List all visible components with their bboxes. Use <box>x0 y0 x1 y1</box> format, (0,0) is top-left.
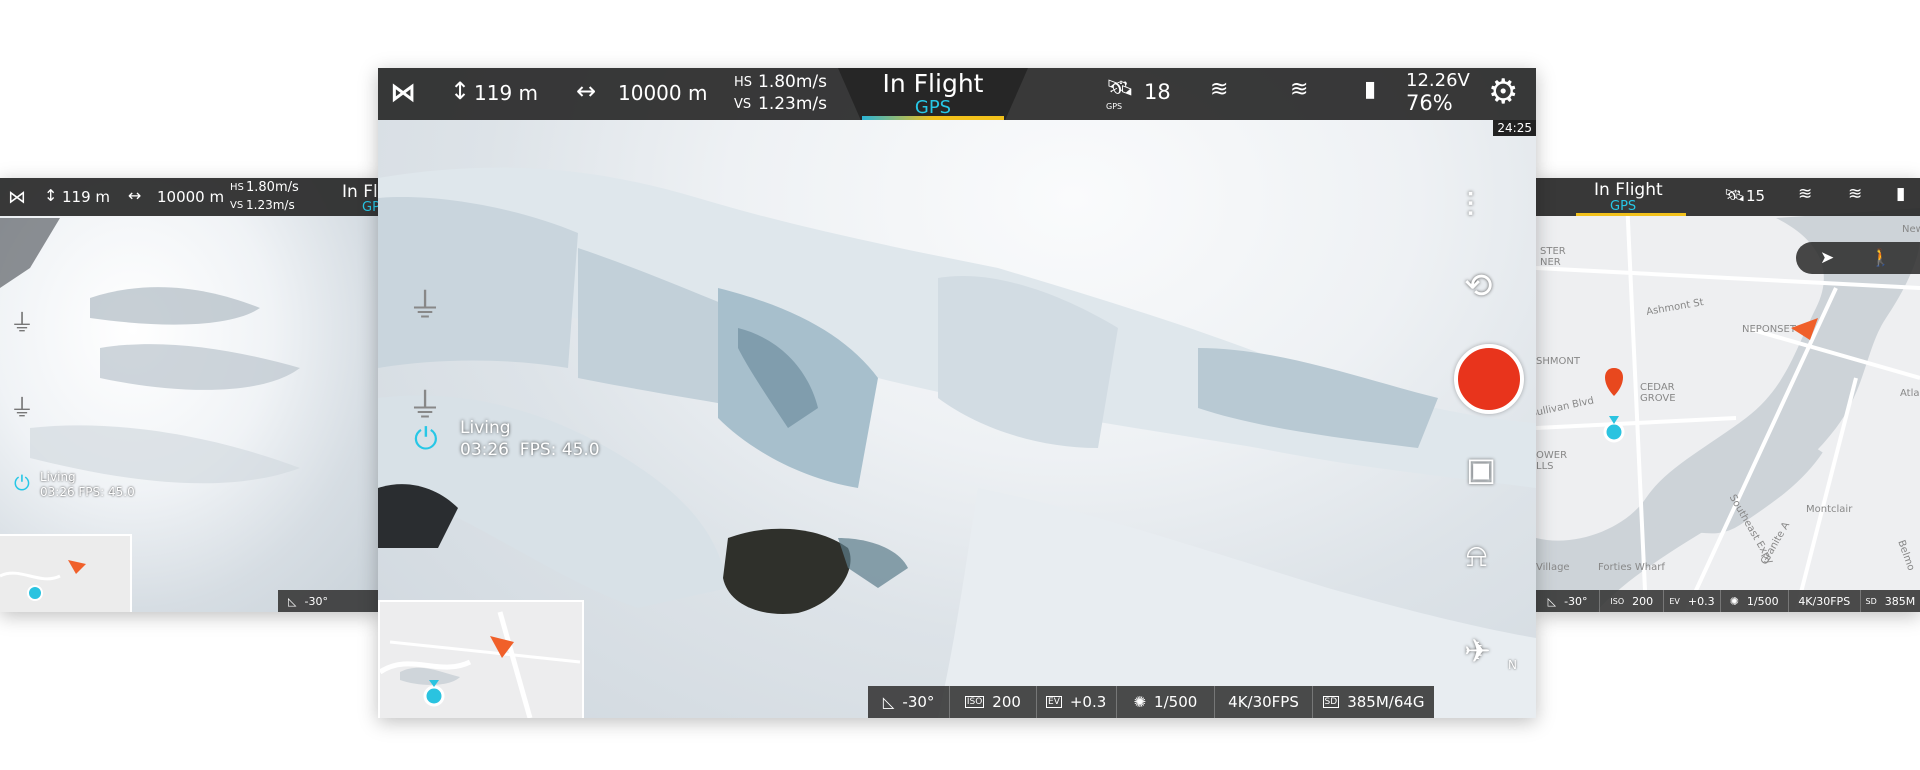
aircraft-arrow-icon <box>68 560 86 574</box>
gps-small-label: GPS <box>1106 102 1123 111</box>
map-markers <box>1603 318 1818 443</box>
vs-value: 1.23m/s <box>246 198 295 212</box>
hs-label: HS <box>230 182 244 193</box>
landing-icon: ⏚ <box>10 394 34 422</box>
storage-status[interactable]: SD 385M <box>1861 590 1920 612</box>
resolution-setting[interactable]: 4K/30FPS <box>1789 590 1861 612</box>
gallery-icon[interactable]: ▣ <box>1466 450 1496 488</box>
hs-value: 1.80m/s <box>246 180 299 195</box>
shutter-setting[interactable]: ✺ 1/500 <box>1721 590 1789 612</box>
live-power-icon: ⏻ <box>14 471 30 495</box>
auto-land-icon[interactable]: ⏚ <box>408 378 442 427</box>
home-dot-icon <box>1603 421 1625 443</box>
left-live-status: 03:26 FPS: 45.0 <box>40 485 135 499</box>
minimap[interactable] <box>378 600 584 718</box>
vs-value: 1.23m/s <box>758 94 827 114</box>
home-dot-icon <box>27 585 43 601</box>
remote-signal-icon[interactable]: ≋ <box>1290 77 1308 102</box>
altitude-icon: ↕ <box>450 77 471 105</box>
ev-icon: EV <box>1046 696 1062 708</box>
left-bottom-bar: ◺ -30° <box>278 590 380 612</box>
takeoff-icon: ⏚ <box>10 309 34 337</box>
auto-takeoff-icon[interactable]: ⏚ <box>408 278 442 327</box>
altitude-value: 119 m <box>474 81 539 105</box>
flight-status: In Fl <box>342 182 378 202</box>
switch-camera-mode-icon[interactable]: ⟲ <box>1464 266 1493 306</box>
gimbal-icon: ◺ <box>1547 594 1557 608</box>
minimap-drawing <box>380 602 582 718</box>
vs-label: VS <box>230 200 244 211</box>
flight-status-panel: In Flight GPS <box>838 68 1028 120</box>
left-top-bar: ⋈ ↕ 119 m ↔ 10000 m HS 1.80m/s VS 1.23m/… <box>0 178 380 216</box>
satellite-icon: 🛰 <box>1106 76 1134 101</box>
altitude-icon: ↕ <box>44 186 58 205</box>
left-altitude: 119 m <box>62 188 111 206</box>
iso-icon: ISO <box>1610 596 1625 606</box>
battery-percent: 76% <box>1406 91 1453 115</box>
distance-icon: ↔ <box>128 186 142 205</box>
logo-icon: ⋈ <box>8 187 26 208</box>
left-live-label: Living <box>40 470 76 484</box>
distance-value: 10000 m <box>618 81 708 105</box>
live-status: 03:26 FPS: 45.0 <box>460 440 600 460</box>
gimbal-icon: ◺ <box>882 693 895 711</box>
left-minimap[interactable] <box>0 534 132 612</box>
distance-icon: ↔ <box>576 77 597 105</box>
app-logo-icon[interactable]: ⋈ <box>390 78 416 108</box>
iso-icon: ISO <box>964 696 985 708</box>
live-label: Living <box>460 418 511 438</box>
live-stream-power-icon[interactable]: ⏻ <box>414 422 438 457</box>
aircraft-arrow-icon <box>1791 318 1818 340</box>
shutter-setting[interactable]: ✺ 1/500 <box>1117 686 1215 718</box>
gimbal-angle[interactable]: ◺ -30° <box>868 686 951 718</box>
vs-label: VS <box>734 97 752 112</box>
home-dot-icon <box>423 685 445 707</box>
home-pin-icon <box>1605 368 1623 396</box>
flight-status: In Flight <box>882 69 984 98</box>
left-distance: 10000 m <box>157 188 225 206</box>
right-map-screen: In Flight GPS 🛰 15 ≋ ≋ ▮ ➤ 🚶 New STER NE… <box>1536 178 1920 612</box>
gimbal-icon: ◺ <box>288 594 297 608</box>
compass-label: N <box>1508 658 1517 672</box>
hs-value: 1.80m/s <box>758 72 827 92</box>
camera-settings-sliders-icon[interactable]: ⫶ <box>1466 186 1475 226</box>
camera-status-bar: ◺ -30° ISO 200 EV +0.3 ✺ 1/500 4K/30FPS SD 38… <box>868 686 1434 718</box>
main-camera-view: ⋈ ↕ 119 m ↔ 10000 m HS 1.80m/s VS 1.23m/… <box>378 68 1536 718</box>
ev-setting[interactable]: EV +0.3 <box>1664 590 1721 612</box>
flight-time: 24:25 <box>1493 120 1536 136</box>
battery-voltage: 12.26V <box>1406 70 1470 91</box>
ev-icon: EV <box>1669 596 1680 606</box>
sd-card-icon: SD <box>1865 596 1877 606</box>
iso-setting[interactable]: ISO 200 <box>950 686 1037 718</box>
gimbal-angle[interactable]: ◺ -30° <box>1536 590 1601 612</box>
aperture-icon: ✺ <box>1729 594 1739 608</box>
status-accent-bar <box>862 116 1004 120</box>
left-preview-screen: ⋈ ↕ 119 m ↔ 10000 m HS 1.80m/s VS 1.23m/… <box>0 178 380 612</box>
battery-icon[interactable]: ▮ <box>1364 77 1376 102</box>
video-signal-icon[interactable]: ≋ <box>1210 77 1228 102</box>
minimap-drawing <box>0 560 86 601</box>
iso-setting[interactable]: ISO 200 <box>1600 590 1665 612</box>
beacon-light-icon[interactable]: ⍾ <box>1466 536 1487 575</box>
gimbal-angle[interactable]: ◺ -30° <box>278 590 338 612</box>
ev-setting[interactable]: EV +0.3 <box>1037 686 1117 718</box>
resolution-setting[interactable]: 4K/30FPS <box>1215 686 1314 718</box>
hs-label: HS <box>734 75 753 90</box>
storage-status[interactable]: SD 385M/64G <box>1313 686 1434 718</box>
settings-gear-icon[interactable]: ⚙ <box>1488 72 1518 112</box>
main-top-bar: ⋈ ↕ 119 m ↔ 10000 m HS 1.80m/s VS 1.23m/… <box>378 68 1536 120</box>
right-bottom-bar: ◺ -30° ISO 200 EV +0.3 ✺ 1/500 4K/30FPS SD 38… <box>1536 590 1920 612</box>
record-button[interactable] <box>1454 344 1524 414</box>
satellite-count: 18 <box>1144 80 1171 104</box>
sd-card-icon: SD <box>1322 696 1340 708</box>
gps-status: GPS <box>914 97 952 118</box>
drone-orientation-icon[interactable]: ✈ <box>1464 632 1491 670</box>
aperture-icon: ✺ <box>1133 693 1147 711</box>
